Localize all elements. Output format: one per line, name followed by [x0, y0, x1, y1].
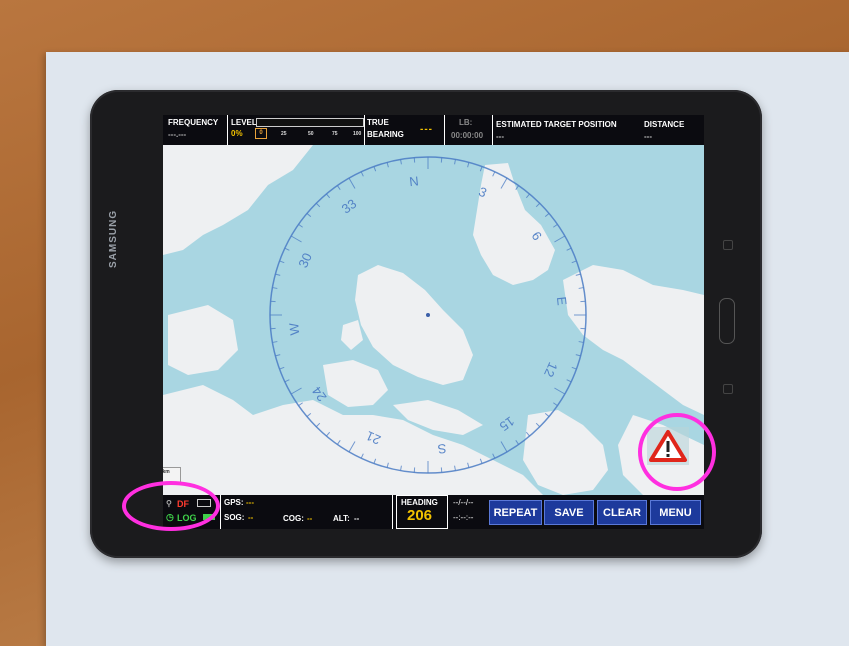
- arctic-map[interactable]: S2124W3033N36E1215: [163, 115, 704, 529]
- gps-panel: GPS: --- SOG: -- COG: -- ALT: --: [221, 495, 393, 529]
- alt-label: ALT:: [333, 514, 350, 523]
- true-label: TRUE: [367, 118, 389, 127]
- gps-value: ---: [246, 498, 254, 507]
- level-meter: [256, 118, 364, 127]
- bearing-label: BEARING: [367, 130, 404, 139]
- estimated-position-value: ---: [496, 132, 504, 141]
- sog-label: SOG:: [224, 513, 245, 522]
- estimated-position-panel: ESTIMATED TARGET POSITION ---: [493, 115, 638, 145]
- level-scale-0: 0: [255, 128, 267, 139]
- lb-panel: LB: 00:00:00: [445, 115, 493, 145]
- distance-label: DISTANCE: [644, 120, 685, 129]
- bottom-status-bar: 2000 km DF ⚲ LOG ◷ GPS: --- SOG: -- COG:…: [163, 467, 704, 529]
- frequency-value: ---.---: [168, 130, 187, 139]
- clear-button[interactable]: CLEAR: [597, 500, 647, 525]
- date-value: --/--/--: [453, 498, 474, 507]
- alt-value: --: [354, 514, 360, 523]
- brand-logo: SAMSUNG: [108, 209, 119, 268]
- cog-label: COG:: [283, 514, 304, 523]
- lb-value: 00:00:00: [451, 131, 484, 140]
- save-button[interactable]: SAVE: [544, 500, 594, 525]
- app-screen: S 21 24 W 30 33 N 3 6 E 12 15 FREQUENCY ---.--- LEV…: [163, 115, 704, 529]
- level-scale-50: 50: [308, 131, 314, 137]
- estimated-position-label: ESTIMATED TARGET POSITION: [496, 120, 617, 129]
- frequency-panel[interactable]: FREQUENCY ---.---: [163, 115, 228, 145]
- sog-value: --: [248, 513, 254, 522]
- distance-value: ---: [644, 132, 652, 141]
- level-scale-25: 25: [281, 131, 287, 137]
- repeat-button[interactable]: REPEAT: [489, 500, 542, 525]
- cog-value: --: [307, 514, 313, 523]
- heading-panel: HEADING 206: [396, 495, 448, 529]
- lb-label: LB:: [459, 118, 473, 127]
- distance-panel: DISTANCE ---: [638, 115, 704, 145]
- compass-label: W: [286, 321, 302, 335]
- back-key[interactable]: [723, 240, 733, 250]
- menu-button[interactable]: MENU: [650, 500, 701, 525]
- level-scale-75: 75: [332, 131, 338, 137]
- level-label: LEVEL: [231, 118, 257, 127]
- gps-label: GPS:: [224, 498, 244, 507]
- top-status-bar: FREQUENCY ---.--- LEVEL 0% 0 25 50 75 10…: [163, 115, 704, 145]
- datetime-panel: --/--/-- --:--:--: [449, 495, 489, 529]
- df-log-highlight: [122, 481, 220, 531]
- time-value: --:--:--: [453, 513, 474, 522]
- level-panel: LEVEL 0% 0 25 50 75 100: [228, 115, 365, 145]
- heading-value: 206: [407, 507, 433, 524]
- recent-apps-key[interactable]: [723, 384, 733, 394]
- compass-label: N: [408, 173, 419, 189]
- level-value: 0%: [231, 129, 243, 138]
- level-scale-100: 100: [353, 131, 362, 137]
- warning-highlight: [638, 413, 716, 491]
- bearing-value: ---: [420, 124, 433, 135]
- frequency-label: FREQUENCY: [168, 118, 219, 127]
- bearing-panel: TRUE BEARING ---: [365, 115, 445, 145]
- home-button[interactable]: [719, 298, 735, 344]
- heading-label: HEADING: [401, 498, 438, 507]
